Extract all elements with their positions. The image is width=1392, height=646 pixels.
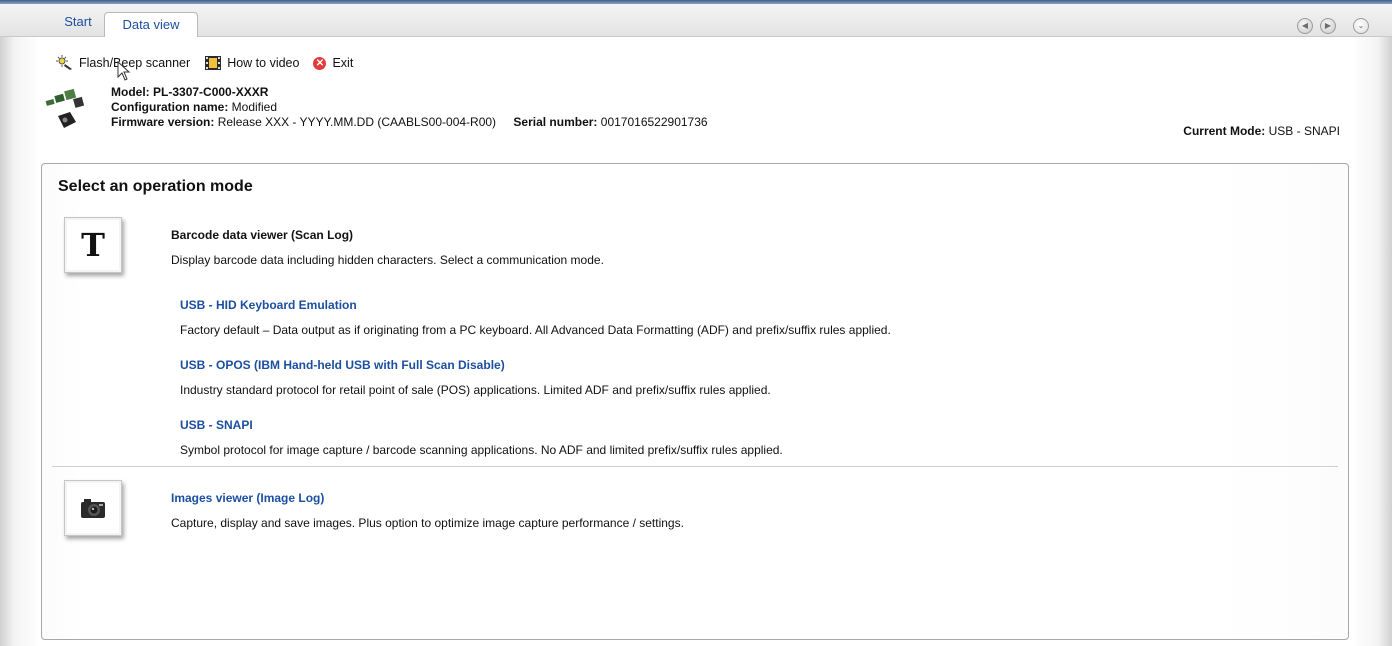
config-label: Configuration name: xyxy=(111,100,229,114)
next-icon[interactable]: ▶ xyxy=(1320,18,1336,34)
how-to-video-button[interactable]: How to video xyxy=(204,55,299,71)
how-to-video-label: How to video xyxy=(227,56,300,70)
model-value: PL-3307-C000-XXXR xyxy=(153,85,269,99)
firmware-line: Firmware version: Release XXX - YYYY.MM.… xyxy=(111,115,708,130)
barcode-viewer-desc: Display barcode data including hidden ch… xyxy=(171,253,604,267)
config-value: Modified xyxy=(231,100,278,114)
section-divider xyxy=(52,466,1338,467)
mode-desc-hid: Factory default – Data output as if orig… xyxy=(180,323,891,337)
mode-link-hid[interactable]: USB - HID Keyboard Emulation xyxy=(180,298,357,312)
previous-icon[interactable]: ◀ xyxy=(1297,18,1313,34)
text-viewer-icon: T xyxy=(64,217,122,273)
exit-button[interactable]: ✕ Exit xyxy=(313,56,353,70)
config-line: Configuration name: Modified xyxy=(111,100,708,115)
flash-beep-icon xyxy=(56,55,74,71)
chevron-down-icon[interactable]: ⌄ xyxy=(1353,18,1369,34)
close-icon: ✕ xyxy=(313,56,327,70)
serial-value: 0017016522901736 xyxy=(600,115,708,129)
tab-bar: Start Data view ◀ ▶ ⌄ xyxy=(0,4,1392,38)
firmware-label: Firmware version: xyxy=(111,115,215,129)
tab-data-view[interactable]: Data view xyxy=(104,12,198,38)
model-line: Model: PL-3307-C000-XXXR xyxy=(111,85,708,100)
current-mode: Current Mode: USB - SNAPI xyxy=(1183,124,1340,138)
images-viewer-link[interactable]: Images viewer (Image Log) xyxy=(171,491,324,505)
toolbar: Flash/Beep scanner How to video ✕ Exit xyxy=(56,55,367,71)
mode-link-snapi[interactable]: USB - SNAPI xyxy=(180,418,253,432)
firmware-value: Release XXX - YYYY.MM.DD (CAABLS00-004-R… xyxy=(217,115,497,129)
camera-icon[interactable] xyxy=(64,480,122,536)
images-viewer-desc: Capture, display and save images. Plus o… xyxy=(171,516,684,530)
mode-desc-snapi: Symbol protocol for image capture / barc… xyxy=(180,443,783,457)
exit-label: Exit xyxy=(332,56,354,70)
mode-link-opos[interactable]: USB - OPOS (IBM Hand-held USB with Full … xyxy=(180,358,505,372)
mode-desc-opos: Industry standard protocol for retail po… xyxy=(180,383,771,397)
panel-title: Select an operation mode xyxy=(58,178,253,195)
barcode-viewer-title: Barcode data viewer (Scan Log) xyxy=(171,228,354,242)
operation-mode-panel: Select an operation mode T Barcode data … xyxy=(41,163,1349,640)
flash-beep-label: Flash/Beep scanner xyxy=(79,56,191,70)
model-label: Model: xyxy=(111,85,150,99)
tab-start[interactable]: Start xyxy=(58,10,98,37)
mouse-cursor-icon xyxy=(117,61,131,81)
current-mode-value: USB - SNAPI xyxy=(1268,124,1340,138)
current-mode-label: Current Mode: xyxy=(1183,124,1266,138)
film-icon xyxy=(204,55,222,71)
device-info: Model: PL-3307-C000-XXXR Configuration n… xyxy=(111,85,708,130)
scanner-image xyxy=(44,86,86,136)
serial-label: Serial number: xyxy=(513,115,598,129)
